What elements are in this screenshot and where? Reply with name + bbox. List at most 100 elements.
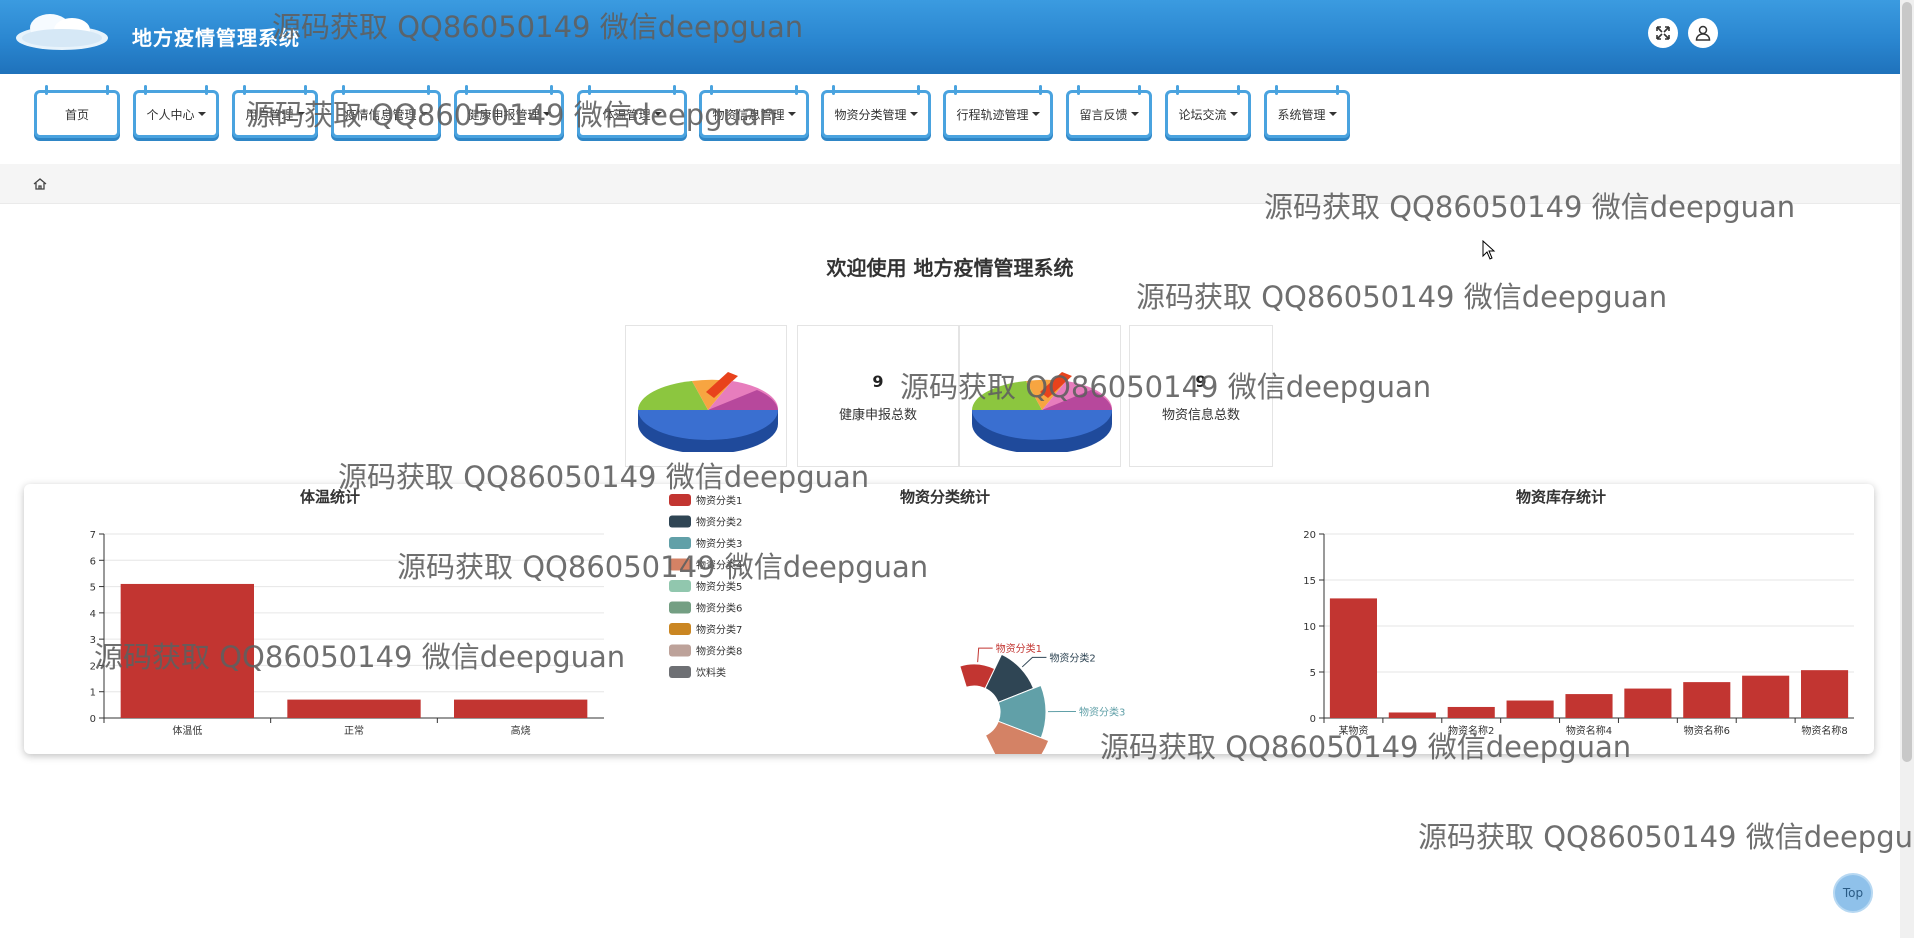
nav-item-personal-center[interactable]: 个人中心 (133, 85, 219, 138)
app-title: 地方疫情管理系统 (132, 26, 300, 50)
nav-item-feedback[interactable]: 留言反馈 (1066, 85, 1152, 138)
pie-slice-label: 物资分类1 (996, 642, 1042, 655)
caret-down-icon (197, 112, 206, 116)
legend-swatch (669, 537, 691, 549)
caret-down-icon (542, 112, 551, 116)
nav-label: 论坛交流 (1178, 107, 1227, 122)
page-scrollbar[interactable] (1900, 0, 1914, 938)
y-tick-label: 2 (90, 661, 96, 672)
x-tick-label: 物资名称6 (1684, 724, 1730, 737)
page: 地方疫情管理系统 首页 个人中心 用户管理 疫情信息管理 健康申报管理 体温管理… (0, 0, 1914, 938)
y-tick-label: 6 (90, 556, 96, 567)
watermark: 源码获取 QQ86050149 微信deepguan (1418, 820, 1914, 854)
legend-swatch (669, 666, 691, 678)
legend-swatch (669, 601, 691, 614)
caret-down-icon (1229, 112, 1238, 116)
nav-label: 系统管理 (1277, 107, 1326, 122)
legend-swatch (669, 623, 691, 635)
stat-card-health-reports: 9 健康申报总数 (797, 325, 959, 467)
main-nav: 首页 个人中心 用户管理 疫情信息管理 健康申报管理 体温管理 物资信息管理 物… (0, 74, 1900, 164)
bar (1565, 694, 1613, 718)
x-tick-label: 物资名称8 (1801, 724, 1847, 737)
stat-label: 物资信息总数 (1161, 408, 1240, 423)
bar (454, 699, 588, 718)
nav-label: 健康申报管理 (467, 107, 540, 122)
stock-bar-chart: 0 5 10 15 20 某物资 物资名称2 物资名称4 物资名称6 物资名称8 (1303, 530, 1854, 737)
stat-value: 9 (1195, 372, 1207, 391)
pie-3d-icon (638, 372, 779, 452)
bar (1329, 598, 1377, 718)
y-tick-label: 5 (90, 583, 96, 594)
nav-item-epidemic-info[interactable]: 疫情信息管理 (331, 85, 441, 138)
y-tick-label: 10 (1303, 622, 1316, 633)
user-icon (1695, 25, 1711, 41)
category-pie-chart: 物资分类1 物资分类2 物资分类3 物资分类4 物资分类5 物资分类6 物资分类7 物资分类8… (669, 494, 1125, 754)
nav-label: 留言反馈 (1079, 107, 1128, 122)
caret-down-icon (1130, 112, 1139, 116)
pie-label-line (977, 647, 993, 663)
legend-label: 物资分类1 (696, 494, 742, 507)
nav-item-itinerary[interactable]: 行程轨迹管理 (943, 85, 1053, 138)
nav-item-forum[interactable]: 论坛交流 (1165, 85, 1251, 138)
legend-swatch (669, 644, 691, 657)
pie-3d-icon (972, 372, 1113, 452)
nav-label: 物资信息管理 (712, 107, 785, 122)
y-tick-label: 0 (1310, 714, 1316, 725)
pie-slice-label: 物资分类2 (1049, 651, 1095, 664)
temp-chart-title: 体温统计 (300, 488, 361, 506)
nav-label: 行程轨迹管理 (956, 107, 1029, 122)
back-to-top-button[interactable]: Top (1833, 873, 1873, 913)
stat-label: 健康申报总数 (838, 408, 917, 423)
bar (1624, 688, 1672, 718)
caret-down-icon (296, 112, 305, 116)
mouse-cursor-icon (1482, 240, 1496, 260)
caret-down-icon (909, 112, 918, 116)
nav-label: 体温管理 (602, 107, 651, 122)
breadcrumb (0, 164, 1900, 204)
nav-label: 用户管理 (245, 107, 294, 122)
nav-item-supplies-category[interactable]: 物资分类管理 (821, 85, 931, 138)
home-icon[interactable] (32, 176, 48, 192)
y-tick-label: 5 (1310, 668, 1316, 679)
legend-label: 物资分类2 (696, 516, 742, 529)
pie-label-line (1021, 656, 1047, 668)
x-tick-label: 体温低 (172, 724, 202, 737)
y-tick-label: 1 (90, 688, 96, 699)
fullscreen-button[interactable] (1648, 18, 1678, 48)
bar (1683, 682, 1731, 718)
nav-item-home[interactable]: 首页 (34, 85, 120, 138)
y-tick-label: 0 (90, 714, 96, 725)
legend-label: 物资分类3 (696, 537, 742, 550)
bar (1801, 670, 1849, 718)
bar (1506, 700, 1554, 718)
y-tick-label: 20 (1303, 530, 1316, 541)
legend-label: 物资分类8 (696, 645, 742, 658)
nav-item-temperature[interactable]: 体温管理 (577, 85, 687, 138)
x-tick-label: 物资名称4 (1566, 724, 1612, 737)
fullscreen-icon (1656, 26, 1670, 40)
bar (287, 699, 421, 718)
user-button[interactable] (1688, 18, 1718, 48)
scrollbar-thumb[interactable] (1902, 2, 1912, 762)
legend-swatch (669, 515, 691, 528)
x-tick-label: 正常 (344, 724, 364, 737)
legend-label: 物资分类7 (696, 623, 742, 636)
caret-down-icon (419, 112, 428, 116)
bar (1742, 675, 1790, 718)
nav-item-system[interactable]: 系统管理 (1264, 85, 1350, 138)
nav-item-supplies-info[interactable]: 物资信息管理 (699, 85, 809, 138)
y-tick-label: 15 (1303, 576, 1316, 587)
legend-swatch (669, 558, 691, 571)
welcome-title: 欢迎使用 地方疫情管理系统 (826, 256, 1074, 280)
pie-image-card (959, 325, 1121, 467)
legend-swatch (669, 580, 691, 592)
x-tick-label: 某物资 (1338, 724, 1368, 737)
x-tick-label: 物资名称2 (1448, 724, 1494, 737)
stat-card-supplies: 9 物资信息总数 (1129, 325, 1273, 467)
y-tick-label: 3 (90, 635, 96, 646)
legend-label: 饮料类 (696, 666, 726, 679)
legend-label: 物资分类4 (696, 559, 742, 572)
caret-down-icon (1031, 112, 1040, 116)
nav-item-user-management[interactable]: 用户管理 (232, 85, 318, 138)
nav-item-health-report[interactable]: 健康申报管理 (454, 85, 564, 138)
